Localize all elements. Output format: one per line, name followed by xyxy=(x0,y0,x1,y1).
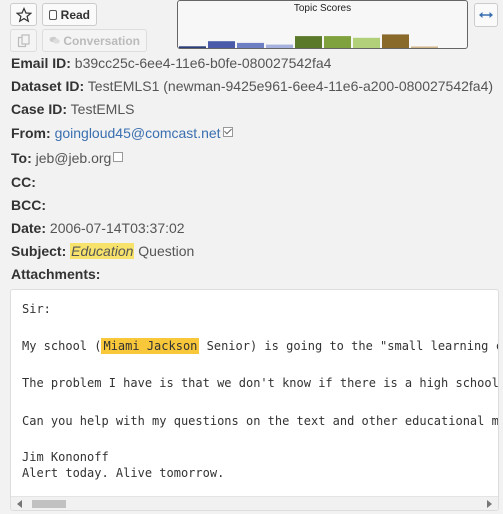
topic-score-bar xyxy=(208,41,235,48)
subject-row: Subject: Education Question xyxy=(11,243,194,259)
body-line-greeting: Sir: xyxy=(22,302,51,316)
expand-button[interactable] xyxy=(474,3,498,27)
email-body[interactable]: Sir: My school (Miami Jackson Senior) is… xyxy=(10,289,499,511)
body-line-help: Can you help with my questions on the te… xyxy=(22,414,499,428)
to-value[interactable]: jeb@jeb.org xyxy=(36,150,112,166)
body-line-signature-motto: Alert today. Alive tomorrow. xyxy=(22,466,225,480)
dataset-id-value: TestEMLS1 (newman-9425e961-6ee4-11e6-a20… xyxy=(87,78,494,94)
dataset-id-label: Dataset ID: xyxy=(11,78,85,94)
topic-score-bar xyxy=(382,34,409,48)
topic-score-bar xyxy=(324,36,351,48)
read-label: Read xyxy=(60,7,90,22)
body-line-school-post: Senior) is going to the "small learning … xyxy=(199,339,499,353)
chat-icon xyxy=(49,36,60,44)
scroll-thumb[interactable] xyxy=(32,500,66,508)
topic-score-bar xyxy=(295,36,322,48)
topic-score-bar xyxy=(266,44,293,48)
topic-score-bar xyxy=(353,37,380,48)
copy-icon xyxy=(17,33,30,47)
email-id-value: b39cc25c-6ee4-11e6-b0fe-080027542fa4 xyxy=(74,55,332,71)
dataset-id-row: Dataset ID: TestEMLS1 (newman-9425e961-6… xyxy=(11,78,493,94)
scroll-right-arrow-icon[interactable] xyxy=(487,500,492,508)
cc-row: CC: xyxy=(11,174,36,190)
email-id-label: Email ID: xyxy=(11,55,71,71)
read-checkbox[interactable] xyxy=(49,9,57,20)
case-id-row: Case ID: TestEMLS xyxy=(11,101,134,117)
topic-score-bar xyxy=(411,46,438,48)
read-toggle-button[interactable]: Read xyxy=(42,3,97,26)
topic-score-bar xyxy=(179,46,206,48)
email-id-row: Email ID: b39cc25c-6ee4-11e6-b0fe-080027… xyxy=(11,55,331,71)
bcc-row: BCC: xyxy=(11,197,46,213)
to-label: To: xyxy=(11,150,32,166)
subject-highlight: Education xyxy=(70,243,135,259)
date-value: 2006-07-14T03:37:02 xyxy=(49,220,185,236)
topic-scores-bars xyxy=(179,34,438,48)
topic-scores-chart: Topic Scores xyxy=(177,0,468,49)
expand-arrows-icon xyxy=(479,12,493,18)
subject-rest: Question xyxy=(138,243,195,259)
star-icon xyxy=(15,6,32,22)
star-button[interactable] xyxy=(10,3,37,26)
copy-button[interactable] xyxy=(10,29,37,52)
bcc-label: BCC: xyxy=(11,197,46,213)
body-highlight-entity: Miami Jackson xyxy=(101,338,200,354)
body-line-signature-name: Jim Kononoff xyxy=(22,450,109,464)
conversation-button[interactable]: Conversation xyxy=(42,29,147,52)
email-body-text: Sir: My school (Miami Jackson Senior) is… xyxy=(22,290,498,496)
to-checkbox[interactable] xyxy=(113,152,124,162)
topic-score-bar xyxy=(237,42,264,48)
body-line-problem: The problem I have is that we don't know… xyxy=(22,376,499,390)
attachments-row: Attachments: xyxy=(11,266,100,282)
conversation-label: Conversation xyxy=(63,33,140,48)
body-line-school: My school (Miami Jackson Senior) is goin… xyxy=(22,338,499,354)
case-id-value: TestEMLS xyxy=(70,101,135,117)
scroll-left-arrow-icon[interactable] xyxy=(17,500,22,508)
from-row: From: goingloud45@comcast.net xyxy=(11,125,233,141)
subject-label: Subject: xyxy=(11,243,67,259)
from-checkbox[interactable] xyxy=(222,127,233,137)
date-row: Date: 2006-07-14T03:37:02 xyxy=(11,220,185,236)
from-label: From: xyxy=(11,125,51,141)
to-row: To: jeb@jeb.org xyxy=(11,150,124,166)
date-label: Date: xyxy=(11,220,47,236)
case-id-label: Case ID: xyxy=(11,101,68,117)
from-link[interactable]: goingloud45@comcast.net xyxy=(55,125,221,141)
attachments-label: Attachments: xyxy=(11,266,101,282)
horizontal-scrollbar[interactable] xyxy=(11,496,498,510)
cc-label: CC: xyxy=(11,174,36,190)
body-line-school-pre: My school ( xyxy=(22,339,102,353)
